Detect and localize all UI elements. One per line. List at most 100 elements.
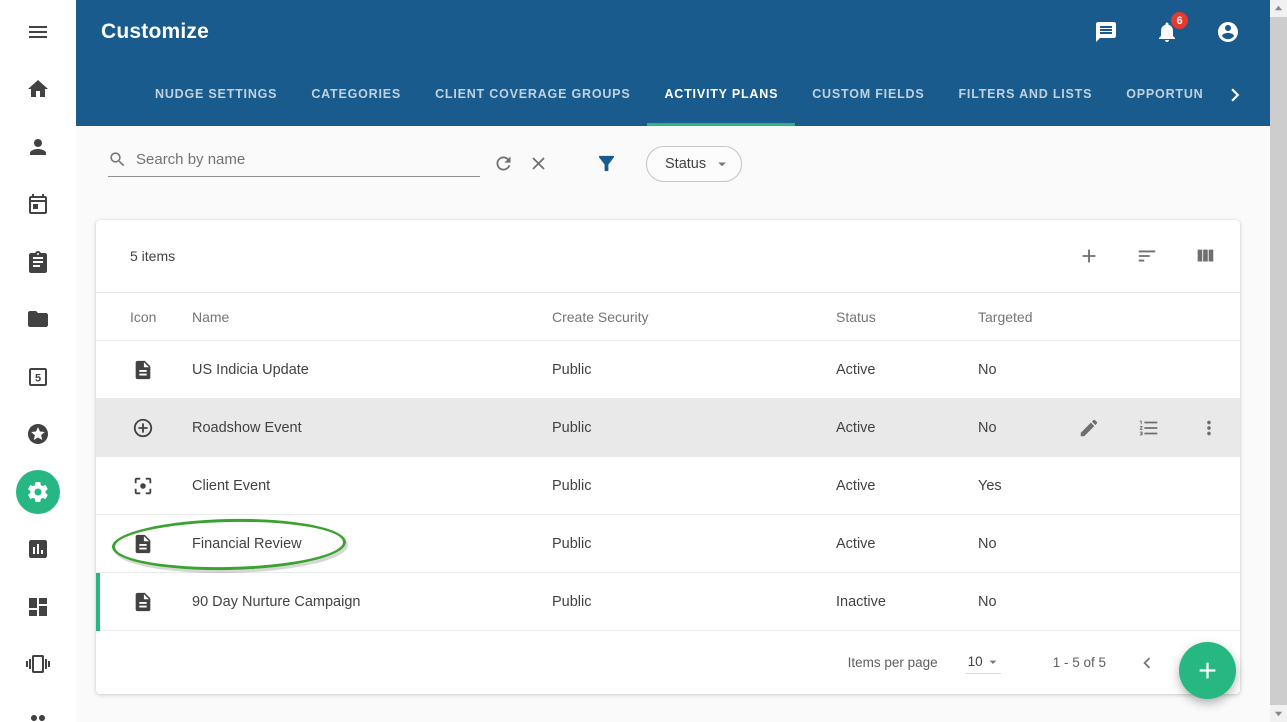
- cell-targeted: No: [978, 362, 1108, 378]
- active-settings-highlight: [16, 470, 60, 514]
- main-area: Customize 6 NUDGE SETTINGS CATEGORI: [76, 0, 1270, 722]
- notifications-button[interactable]: 6: [1155, 20, 1179, 44]
- add-activity-plan-fab[interactable]: [1179, 642, 1236, 699]
- column-header-create-security: Create Security: [552, 309, 836, 325]
- columns-button[interactable]: [1194, 245, 1216, 267]
- cell-create-security: Public: [552, 594, 836, 610]
- sidebar-item-files[interactable]: [0, 291, 76, 349]
- dashboard-icon: [26, 595, 50, 619]
- document-icon: [130, 533, 192, 555]
- hamburger-menu-icon: [26, 20, 50, 44]
- messages-button[interactable]: [1094, 20, 1118, 44]
- tab-opportunities[interactable]: OPPORTUN: [1109, 64, 1220, 126]
- app-header: Customize 6 NUDGE SETTINGS CATEGORI: [76, 0, 1270, 126]
- tab-activity-plans[interactable]: ACTIVITY PLANS: [647, 64, 795, 126]
- tab-client-coverage-groups[interactable]: CLIENT COVERAGE GROUPS: [418, 64, 647, 126]
- sidebar-item-settings[interactable]: [0, 463, 76, 521]
- sidebar-item-favorites[interactable]: [0, 406, 76, 464]
- table-header-row: Icon Name Create Security Status Targete…: [96, 292, 1240, 340]
- table-row[interactable]: Financial Review Public Active No: [96, 514, 1240, 572]
- search-icon: [108, 150, 127, 169]
- sidebar-item-reports[interactable]: [0, 521, 76, 579]
- search-input[interactable]: [136, 151, 480, 168]
- left-icon-sidebar: 5: [0, 0, 76, 722]
- tab-bar: NUDGE SETTINGS CATEGORIES CLIENT COVERAG…: [76, 64, 1270, 126]
- tasks-clipboard-icon: [26, 250, 50, 274]
- activity-plans-card: 5 items Icon Name Create Security: [96, 220, 1240, 694]
- tabs-scroll-right-button[interactable]: [1222, 82, 1248, 108]
- scrollbar-thumb[interactable]: [1270, 17, 1287, 705]
- cell-status: Inactive: [836, 594, 978, 610]
- row-list-button[interactable]: [1138, 417, 1160, 439]
- scroll-up-arrow-icon: [1274, 4, 1283, 13]
- table-row[interactable]: Client Event Public Active Yes: [96, 456, 1240, 514]
- sidebar-item-dashboard[interactable]: [0, 578, 76, 636]
- page-size-select[interactable]: 10: [966, 652, 1001, 674]
- folder-icon: [26, 307, 50, 331]
- sidebar-item-five[interactable]: 5: [0, 348, 76, 406]
- table-row[interactable]: 90 Day Nurture Campaign Public Inactive …: [96, 572, 1240, 630]
- column-header-name: Name: [192, 309, 552, 325]
- row-more-button[interactable]: [1198, 417, 1220, 439]
- table-row[interactable]: Roadshow Event Public Active No: [96, 398, 1240, 456]
- status-filter-label: Status: [665, 156, 706, 172]
- sidebar-item-home[interactable]: [0, 61, 76, 119]
- filter-button[interactable]: [595, 152, 618, 175]
- sidebar-item-mobile[interactable]: [0, 636, 76, 694]
- page-size-value: 10: [968, 654, 983, 669]
- page-range-label: 1 - 5 of 5: [1053, 655, 1106, 670]
- scrollbar-down-button[interactable]: [1270, 705, 1287, 722]
- menu-button[interactable]: [0, 3, 76, 61]
- tab-categories[interactable]: CATEGORIES: [294, 64, 418, 126]
- row-hover-actions: [1078, 399, 1220, 456]
- cell-name: Roadshow Event: [192, 420, 552, 436]
- document-icon: [130, 591, 192, 613]
- tab-custom-fields[interactable]: CUSTOM FIELDS: [795, 64, 941, 126]
- account-button[interactable]: [1216, 20, 1240, 44]
- chevron-left-icon: [1136, 652, 1158, 674]
- numbered-list-icon: [1138, 417, 1160, 439]
- notification-badge: 6: [1171, 12, 1188, 29]
- plus-icon: [1078, 245, 1100, 267]
- previous-page-button[interactable]: [1136, 652, 1158, 674]
- bar-chart-icon: [26, 537, 50, 561]
- document-icon: [130, 359, 192, 381]
- cell-status: Active: [836, 420, 978, 436]
- add-item-button[interactable]: [1078, 245, 1100, 267]
- column-header-status: Status: [836, 309, 978, 325]
- filter-toolbar: Status: [76, 126, 1270, 201]
- scrollbar-up-button[interactable]: [1270, 0, 1287, 17]
- column-header-icon: Icon: [130, 309, 192, 325]
- home-icon: [26, 77, 50, 101]
- card-header: 5 items: [96, 220, 1240, 292]
- settings-gear-icon: [26, 480, 50, 504]
- calendar-icon: [26, 192, 50, 216]
- refresh-button[interactable]: [493, 153, 514, 174]
- sidebar-item-contacts[interactable]: [0, 118, 76, 176]
- cell-create-security: Public: [552, 362, 836, 378]
- sort-button[interactable]: [1136, 245, 1158, 267]
- search-field: [108, 150, 480, 177]
- sidebar-item-calendar[interactable]: [0, 176, 76, 234]
- cell-create-security: Public: [552, 536, 836, 552]
- chevron-down-icon: [985, 654, 1001, 670]
- cell-targeted: No: [978, 594, 1108, 610]
- sidebar-item-tasks[interactable]: [0, 233, 76, 291]
- people-icon: [26, 710, 50, 722]
- svg-text:5: 5: [35, 372, 41, 384]
- cell-status: Active: [836, 536, 978, 552]
- table-row[interactable]: US Indicia Update Public Active No: [96, 340, 1240, 398]
- chat-icon: [1094, 20, 1118, 44]
- chevron-down-icon: [713, 155, 731, 173]
- column-header-targeted: Targeted: [978, 309, 1108, 325]
- status-filter[interactable]: Status: [646, 146, 742, 182]
- tab-nudge-settings[interactable]: NUDGE SETTINGS: [138, 64, 294, 126]
- tab-filters-and-lists[interactable]: FILTERS AND LISTS: [942, 64, 1110, 126]
- scroll-down-arrow-icon: [1274, 709, 1283, 718]
- refresh-icon: [493, 153, 514, 174]
- chevron-right-icon: [1222, 82, 1248, 108]
- filter-funnel-icon: [595, 152, 618, 175]
- edit-row-button[interactable]: [1078, 417, 1100, 439]
- clear-search-button[interactable]: [528, 153, 549, 174]
- sidebar-item-teams[interactable]: [0, 693, 76, 722]
